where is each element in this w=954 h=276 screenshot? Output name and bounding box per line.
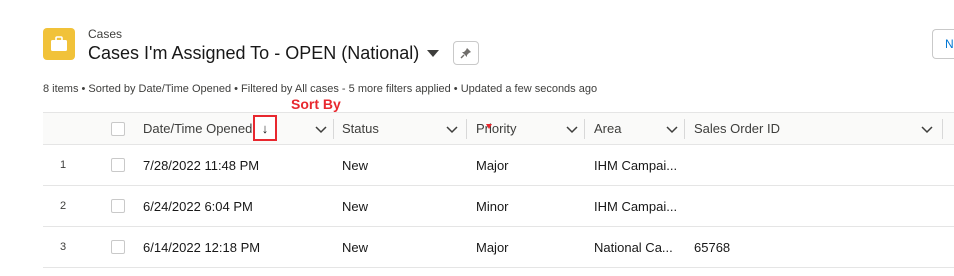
new-button[interactable]: N [932, 29, 954, 59]
row-checkbox[interactable] [111, 199, 125, 213]
cell-priority: Minor [476, 198, 509, 214]
list-view-header: Cases Cases I'm Assigned To - OPEN (Nati… [43, 27, 954, 77]
cell-date-time-opened: 7/28/2022 11:48 PM [143, 157, 260, 173]
chevron-down-icon[interactable] [565, 122, 579, 136]
cell-status: New [342, 239, 369, 255]
cell-status: New [342, 157, 369, 173]
select-all-checkbox[interactable] [111, 113, 125, 144]
sort-arrow-icon[interactable]: ↓ [253, 115, 277, 141]
column-header-sales-order-id[interactable]: Sales Order ID [694, 113, 780, 144]
cell-area: National Ca... [594, 239, 673, 255]
column-header-status[interactable]: Status [342, 113, 379, 144]
briefcase-icon [43, 28, 75, 60]
row-checkbox[interactable] [111, 158, 125, 172]
list-view-title-row: Cases I'm Assigned To - OPEN (National) [88, 41, 480, 65]
table-row[interactable]: 3 6/14/2022 12:18 PM New Major National … [43, 227, 954, 268]
column-divider[interactable] [333, 119, 334, 139]
object-label: Cases [88, 27, 123, 41]
cell-area: IHM Campai... [594, 157, 678, 173]
cell-priority: Major [476, 157, 509, 173]
row-number: 2 [59, 200, 67, 212]
column-divider[interactable] [466, 119, 467, 139]
list-view-title[interactable]: Cases I'm Assigned To - OPEN (National) [88, 43, 419, 64]
sort-by-annotation: Sort By [291, 96, 341, 112]
table-header: Date/Time Opened ↓ Status Priority Area … [43, 112, 954, 145]
list-view-summary: 8 items • Sorted by Date/Time Opened • F… [43, 83, 598, 95]
cell-date-time-opened: 6/14/2022 12:18 PM [143, 239, 261, 255]
pin-icon [460, 48, 472, 59]
cell-area: IHM Campai... [594, 198, 678, 214]
chevron-down-icon[interactable] [314, 122, 328, 136]
table-row[interactable]: 1 7/28/2022 11:48 PM New Major IHM Campa… [43, 145, 954, 186]
row-number: 3 [59, 241, 67, 253]
column-header-priority[interactable]: Priority [476, 113, 516, 144]
pin-button[interactable] [453, 41, 480, 65]
cell-priority: Major [476, 239, 509, 255]
cell-sales-order-id: 65768 [694, 239, 731, 255]
column-header-area[interactable]: Area [594, 113, 621, 144]
chevron-down-icon[interactable] [665, 122, 679, 136]
row-checkbox[interactable] [111, 240, 125, 254]
column-header-date-time-opened[interactable]: Date/Time Opened [143, 113, 252, 144]
column-divider[interactable] [684, 119, 685, 139]
column-divider[interactable] [584, 119, 585, 139]
chevron-down-icon[interactable] [427, 49, 440, 57]
chevron-down-icon[interactable] [920, 122, 934, 136]
row-number: 1 [59, 159, 67, 171]
chevron-down-icon[interactable] [445, 122, 459, 136]
table-row[interactable]: 2 6/24/2022 6:04 PM New Minor IHM Campai… [43, 186, 954, 227]
column-divider[interactable] [942, 119, 943, 139]
cell-date-time-opened: 6/24/2022 6:04 PM [143, 198, 253, 214]
cell-status: New [342, 198, 369, 214]
